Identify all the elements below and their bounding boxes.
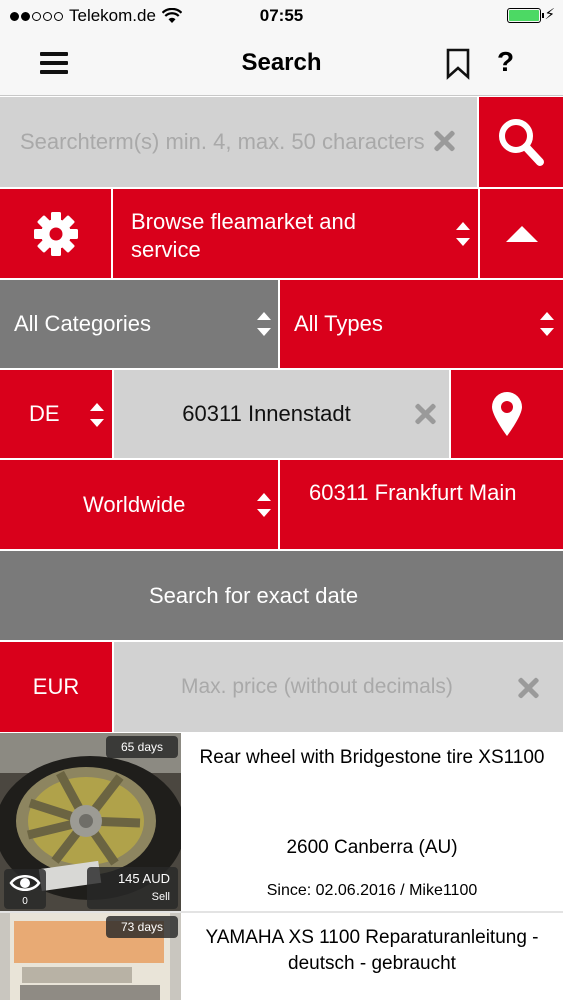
range-label: Worldwide — [83, 492, 186, 517]
listing-location: 2600 Canberra (AU) — [286, 837, 458, 858]
age-badge: 65 days — [106, 736, 178, 758]
search-input[interactable]: Searchterm(s) min. 4, max. 50 characters — [20, 129, 450, 155]
clear-search-icon[interactable] — [432, 129, 456, 153]
price-input[interactable]: Max. price (without decimals) — [181, 675, 453, 699]
listing-price: 145 AUD — [117, 871, 170, 886]
views-count: 0 — [22, 896, 28, 907]
type-label: All Types — [294, 311, 383, 336]
clock: 07:55 — [259, 6, 304, 25]
select-arrows-icon — [456, 222, 470, 246]
select-arrows-icon — [257, 312, 271, 336]
currency-label: EUR — [32, 674, 80, 699]
country-label: DE — [29, 401, 60, 426]
type-select[interactable]: All Types — [280, 280, 563, 368]
navigation-bar: Search ? — [0, 32, 563, 96]
currency-select[interactable]: EUR — [0, 642, 112, 732]
select-arrows-icon — [540, 312, 554, 336]
search-icon — [499, 119, 544, 166]
listing-title: Rear wheel with Bridgestone tire XS1100 — [199, 747, 545, 768]
gear-icon — [33, 211, 78, 256]
price-badge: 145 AUD Sell — [87, 867, 178, 909]
location-pin-icon — [492, 392, 522, 436]
range-select[interactable]: Worldwide — [0, 460, 278, 549]
bookmark-icon[interactable] — [445, 48, 471, 80]
search-field[interactable]: Searchterm(s) min. 4, max. 50 characters — [0, 97, 477, 187]
price-field[interactable]: Max. price (without decimals) — [114, 642, 563, 732]
listing-title: YAMAHA XS 1100 Reparaturanleitung - deut… — [205, 927, 539, 974]
clear-location-icon[interactable] — [413, 402, 437, 426]
listing-thumbnail: 73 days — [0, 913, 181, 1000]
country-select[interactable]: DE — [0, 370, 112, 458]
chevron-up-icon — [505, 225, 538, 242]
browse-select[interactable]: Browse fleamarket and service — [113, 189, 478, 278]
select-arrows-icon — [90, 403, 104, 427]
battery-icon — [507, 8, 544, 23]
category-select[interactable]: All Categories — [0, 280, 278, 368]
city-display[interactable]: 60311 Frankfurt Main — [280, 460, 563, 549]
listing-since: Since: 02.06.2016 / Mike1100 — [266, 882, 478, 899]
views-badge: 0 — [4, 869, 46, 909]
eye-icon — [9, 875, 41, 891]
listing-item[interactable]: 65 days 0 145 AUD Sell Rear wheel with B… — [0, 733, 563, 911]
clear-price-icon[interactable] — [516, 676, 540, 700]
exact-date-button[interactable]: Search for exact date — [0, 551, 563, 640]
category-label: All Categories — [14, 311, 151, 336]
select-arrows-icon — [257, 493, 271, 517]
help-icon[interactable]: ? — [497, 46, 514, 78]
listing-thumbnail: 65 days 0 145 AUD Sell — [0, 733, 181, 911]
listing-item[interactable]: 73 days YAMAHA XS 1100 Reparaturanleitun… — [0, 913, 563, 1000]
location-input[interactable]: 60311 Innenstadt — [114, 401, 449, 427]
age-badge: 73 days — [106, 916, 178, 938]
listing-kind: Sell — [151, 891, 170, 903]
status-bar: Telekom.de 07:55 ⚡ — [0, 0, 563, 32]
collapse-button[interactable] — [480, 189, 563, 278]
charging-icon: ⚡ — [544, 6, 555, 23]
search-button[interactable] — [479, 97, 563, 187]
browse-select-label: Browse fleamarket and service — [131, 209, 356, 262]
exact-date-label: Search for exact date — [148, 582, 359, 608]
locate-button[interactable] — [451, 370, 563, 458]
page-title: Search — [241, 49, 322, 76]
location-field[interactable]: 60311 Innenstadt — [114, 370, 449, 458]
city-label: 60311 Frankfurt Main — [309, 480, 517, 505]
settings-button[interactable] — [0, 189, 111, 278]
